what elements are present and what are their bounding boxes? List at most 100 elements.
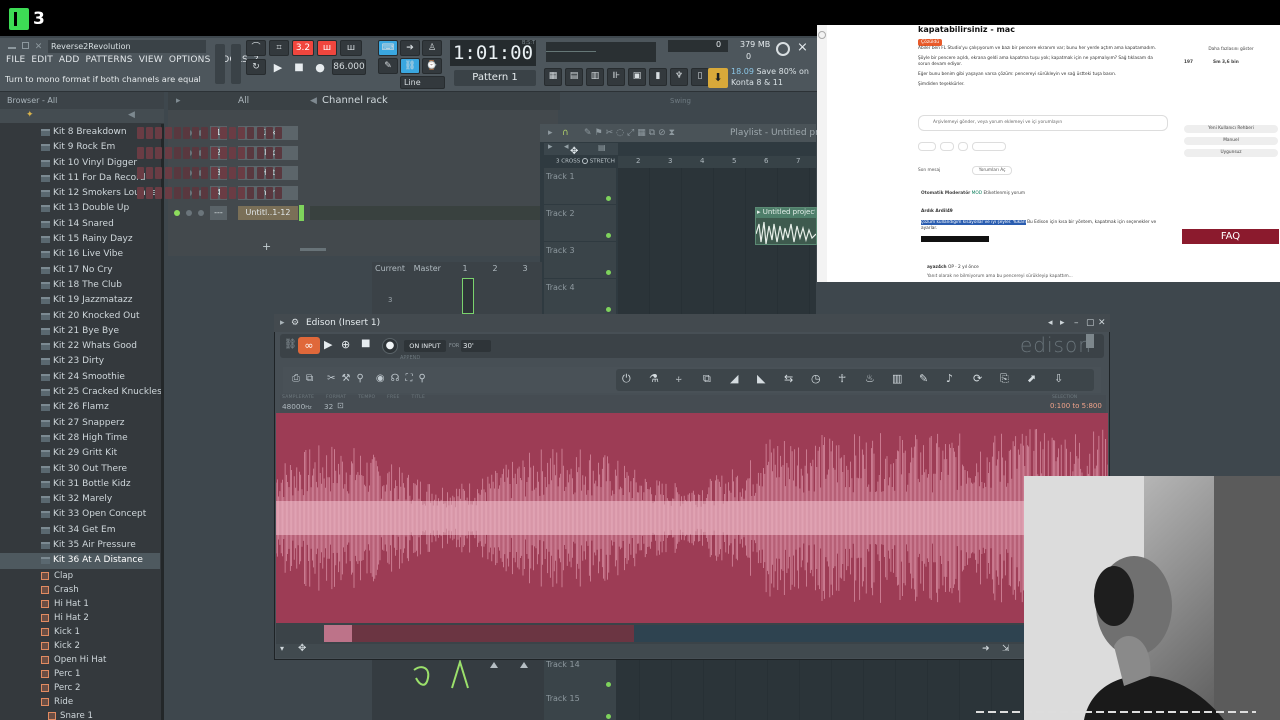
menu-edit[interactable]: EDIT: [31, 55, 53, 69]
save-sample-icon[interactable]: ⎘: [1000, 372, 1009, 386]
edison-on-input[interactable]: ON INPUT: [404, 340, 446, 352]
playlist-track-header[interactable]: Track 1: [544, 168, 616, 204]
marker-icon[interactable]: ⚲: [357, 373, 364, 384]
step-pad[interactable]: [247, 147, 255, 159]
step-edit-button[interactable]: ➔: [400, 40, 420, 56]
step-pad[interactable]: [229, 187, 236, 199]
step-pad[interactable]: [275, 147, 282, 159]
rack-arrow-icon[interactable]: ▸: [176, 92, 181, 110]
step-pad[interactable]: [210, 127, 218, 139]
mixer-master-tab[interactable]: Master: [414, 264, 441, 273]
plugin-icon[interactable]: ♆: [670, 68, 688, 86]
step-pad[interactable]: [137, 167, 144, 179]
normalize-icon[interactable]: ⧾: [676, 372, 682, 386]
drag-icon[interactable]: ☊: [391, 373, 400, 384]
step-pad[interactable]: [265, 127, 273, 139]
channel-mute-led[interactable]: [174, 210, 180, 216]
open-comments-button[interactable]: Yorumları Aç: [971, 166, 1013, 175]
step-pad[interactable]: [164, 187, 172, 199]
step-pad[interactable]: [183, 167, 190, 179]
track-mute-led[interactable]: [606, 233, 611, 238]
step-pad[interactable]: [201, 167, 209, 179]
browser-sample-item[interactable]: Snare 1: [0, 709, 160, 720]
comment-user[interactable]: Ardık Ardil49: [921, 209, 953, 214]
sort-select[interactable]: Son mesaj: [918, 168, 940, 173]
edison-prev-icon[interactable]: ◂: [1048, 314, 1053, 332]
step-pad[interactable]: [275, 187, 282, 199]
window-controls[interactable]: ✕: [8, 42, 44, 52]
step-pad[interactable]: [155, 147, 163, 159]
minimize-icon[interactable]: [8, 47, 16, 49]
channel-knob-icon[interactable]: [198, 210, 204, 216]
menu-view[interactable]: VIEW: [139, 55, 163, 69]
browser-kit-folder[interactable]: Kit 35 Air Pressure: [0, 538, 160, 553]
browser-kit-folder[interactable]: Kit 8 Breakdown: [0, 125, 160, 140]
edison-waveform[interactable]: [275, 413, 1109, 623]
mixer-current-tab[interactable]: Current: [375, 264, 405, 273]
step-pad[interactable]: [238, 187, 246, 199]
browser-kit-folder[interactable]: Kit 31 Bottle Kidz: [0, 477, 160, 492]
browser-kit-folder[interactable]: Kit 33 Open Concept: [0, 507, 160, 522]
step-pad[interactable]: [146, 187, 154, 199]
footer-drag-icon[interactable]: ➜: [982, 644, 990, 654]
step-pad[interactable]: [192, 187, 200, 199]
step-pad[interactable]: [146, 127, 154, 139]
save-icon[interactable]: ⎙: [292, 373, 300, 384]
close-icon[interactable]: ✕: [35, 42, 43, 52]
step-pad[interactable]: [265, 187, 273, 199]
rack-filter[interactable]: All: [238, 92, 249, 110]
step-pad[interactable]: [146, 167, 154, 179]
pattern-strip[interactable]: [310, 206, 542, 220]
eq-icon[interactable]: ⧉: [703, 372, 711, 386]
channel-rack-window-icon[interactable]: ▥: [586, 68, 604, 86]
step-pad[interactable]: [173, 147, 181, 159]
wait-button[interactable]: ⌗: [269, 40, 289, 56]
reply-user[interactable]: ayaz4ch: [927, 265, 947, 270]
playlist-magnet-icon[interactable]: ∩: [562, 124, 569, 142]
step-pad[interactable]: [229, 127, 236, 139]
rack-scroll-handle[interactable]: [300, 248, 326, 251]
browser-back-icon[interactable]: ◀: [128, 110, 135, 120]
mixer-col-2[interactable]: 2: [492, 264, 497, 276]
track-15-led[interactable]: [606, 714, 611, 719]
undo-icon[interactable]: ⏻: [622, 372, 631, 386]
track-15-label[interactable]: Track 15: [546, 694, 580, 703]
browser-kit-folder[interactable]: Kit 9 Rock Em: [0, 140, 160, 155]
power-icon[interactable]: [776, 42, 790, 56]
record-button[interactable]: ●: [311, 61, 329, 74]
browser-kit-folder[interactable]: Kit 34 Get Em: [0, 523, 160, 538]
playlist-track-header[interactable]: Track 3: [544, 242, 616, 278]
step-pad[interactable]: [173, 187, 181, 199]
track-14-label[interactable]: Track 14: [546, 660, 580, 669]
edison-arrow-icon[interactable]: ▸: [280, 314, 285, 332]
download-icon[interactable]: ⬇: [708, 68, 728, 88]
playlist-timeline[interactable]: 2 3 4 5 6 7: [618, 156, 816, 168]
step-pad[interactable]: [256, 167, 264, 179]
playlist-arrow-icon[interactable]: ▸: [548, 124, 553, 142]
countdown-button[interactable]: ⌚: [422, 58, 442, 74]
blur-icon[interactable]: ☥: [838, 372, 846, 385]
browser-kit-folder[interactable]: Kit 17 No Cry: [0, 263, 160, 278]
trim-icon[interactable]: ⚗: [649, 372, 659, 385]
playlist-menu-icon[interactable]: ▤: [598, 143, 606, 152]
browser-sample-item[interactable]: Clap: [0, 569, 160, 583]
browser-kit-folder[interactable]: Kit 15 Rainy Dayz: [0, 232, 160, 247]
edison-titlebar[interactable]: ▸ ⚙ Edison (Insert 1) ◂ ▸ – ▢ ✕: [274, 314, 1110, 332]
step-pad[interactable]: [173, 127, 181, 139]
typing-keyboard-button[interactable]: ⌨: [378, 40, 398, 56]
step-pad[interactable]: [137, 127, 144, 139]
playlist-track-header[interactable]: Track 4: [544, 279, 616, 315]
step-pad[interactable]: [155, 167, 163, 179]
overview-selection[interactable]: [324, 625, 634, 642]
step-pad[interactable]: [229, 167, 236, 179]
blend-button[interactable]: ш: [317, 40, 337, 56]
step-pad[interactable]: [137, 147, 144, 159]
browser-window-icon[interactable]: ▣: [628, 68, 646, 86]
edison-play-icon[interactable]: ▶: [324, 338, 332, 351]
step-pad[interactable]: [183, 127, 190, 139]
edison-next-icon[interactable]: ▸: [1060, 314, 1065, 332]
fade-in-icon[interactable]: ◢: [730, 372, 738, 385]
browser-kit-folder[interactable]: Kit 21 Bye Bye: [0, 324, 160, 339]
mixer-fader-1[interactable]: [462, 278, 474, 314]
step-pad[interactable]: [192, 167, 200, 179]
